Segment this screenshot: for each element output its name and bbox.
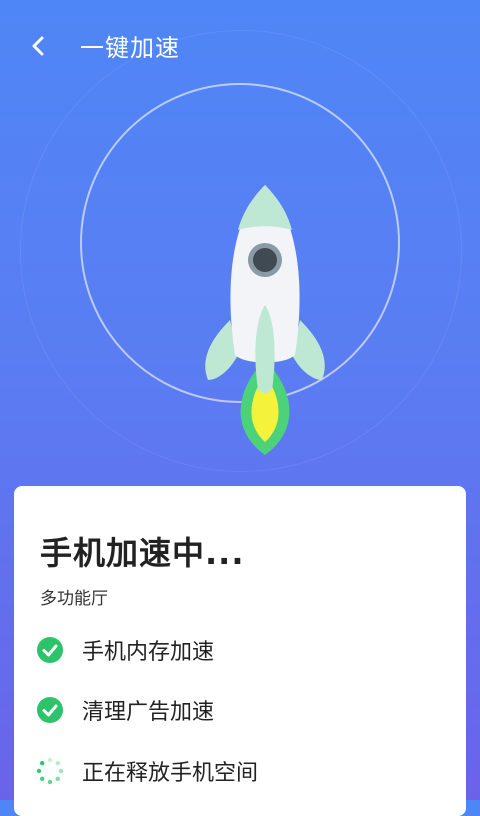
task-item-ads: 清理广告加速: [36, 694, 214, 726]
task-item-memory: 手机内存加速: [36, 634, 214, 666]
task-item-space: 正在释放手机空间: [36, 755, 258, 787]
check-circle-icon: [36, 636, 64, 664]
back-arrow-icon: [32, 36, 44, 56]
card-title: 手机加速中...: [40, 534, 245, 572]
task-label: 手机内存加速: [82, 640, 215, 665]
card-subtitle: 多功能厅: [40, 589, 108, 609]
task-label: 清理广告加速: [82, 700, 215, 725]
task-label: 正在释放手机空间: [82, 761, 259, 786]
acceleration-card: 手机加速中... 多功能厅 手机内存加速 清理广告加速 正在释放手机空间: [14, 486, 466, 816]
loading-spinner-icon: [36, 757, 64, 785]
rocket-icon: [205, 185, 325, 455]
back-button[interactable]: [18, 26, 58, 66]
check-circle-icon: [36, 696, 64, 724]
